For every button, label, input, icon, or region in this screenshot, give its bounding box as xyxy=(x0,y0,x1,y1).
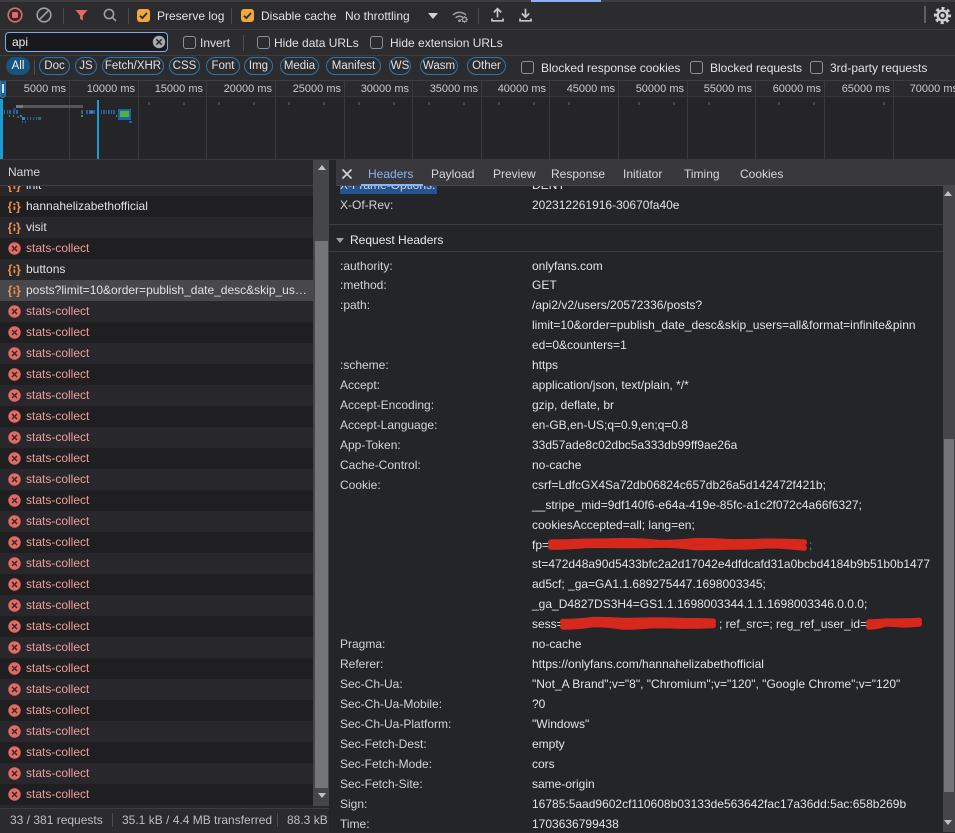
svg-text:{: { xyxy=(8,284,13,297)
svg-text:{: { xyxy=(8,200,13,213)
svg-text:}: } xyxy=(16,263,21,276)
svg-text:}: } xyxy=(16,221,21,234)
svg-text:}: } xyxy=(16,200,21,213)
svg-text:{: { xyxy=(8,186,13,192)
svg-text:{: { xyxy=(8,263,13,276)
svg-text:}: } xyxy=(16,284,21,297)
svg-text:{: { xyxy=(8,221,13,234)
svg-text:}: } xyxy=(16,186,21,192)
